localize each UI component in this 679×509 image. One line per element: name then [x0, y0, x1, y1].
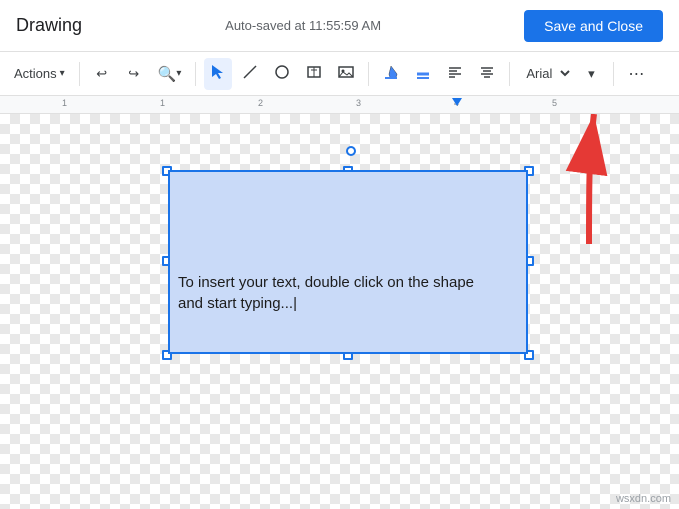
- header-left: Drawing: [16, 15, 82, 36]
- select-icon: [210, 64, 226, 83]
- rotation-handle[interactable]: [346, 146, 356, 156]
- ruler-label-2: 1: [160, 98, 165, 108]
- toolbar-divider-4: [509, 62, 510, 86]
- image-icon: [338, 64, 354, 83]
- drawing-toolbar: Actions ▾ ↩ ↪ 🔍 ▾: [0, 52, 679, 96]
- app-header: Drawing Auto-saved at 11:55:59 AM Save a…: [0, 0, 679, 52]
- fill-icon: [383, 64, 399, 83]
- shape-container[interactable]: To insert your text, double click on the…: [168, 154, 528, 354]
- select-tool-button[interactable]: [204, 58, 232, 90]
- align-left-button[interactable]: [441, 58, 469, 90]
- redo-button[interactable]: ↪: [120, 58, 148, 90]
- font-size-dropdown-arrow: ▾: [588, 66, 595, 82]
- ruler-label-3: 2: [258, 98, 263, 108]
- shape-icon: [274, 64, 290, 83]
- drawing-canvas[interactable]: To insert your text, double click on the…: [0, 114, 679, 509]
- app-title: Drawing: [16, 15, 82, 36]
- ruler-label-6: 5: [552, 98, 557, 108]
- more-options-icon: ⋯: [628, 64, 645, 84]
- ruler: 1 1 2 3 4 5: [0, 96, 679, 114]
- border-color-button[interactable]: [409, 58, 437, 90]
- fill-color-button[interactable]: [377, 58, 405, 90]
- more-options-button[interactable]: ⋯: [622, 58, 651, 90]
- toolbar-divider-3: [368, 62, 369, 86]
- zoom-dropdown-arrow: ▾: [176, 68, 181, 79]
- shape-text-line2: and start typing...|: [178, 295, 297, 312]
- border-icon: [415, 64, 431, 83]
- autosave-status: Auto-saved at 11:55:59 AM: [225, 18, 381, 33]
- line-tool-button[interactable]: [236, 58, 264, 90]
- ruler-label-4: 3: [356, 98, 361, 108]
- actions-label: Actions: [14, 66, 57, 81]
- watermark: wsxdn.com: [616, 493, 671, 505]
- shape-tool-button[interactable]: [268, 58, 296, 90]
- align-center-button[interactable]: [473, 58, 501, 90]
- textbox-icon: [306, 64, 322, 83]
- ruler-indicator: [452, 98, 462, 106]
- undo-button[interactable]: ↩: [88, 58, 116, 90]
- font-size-button[interactable]: ▾: [577, 58, 605, 90]
- actions-menu-button[interactable]: Actions ▾: [8, 58, 71, 90]
- line-icon: [242, 64, 258, 83]
- align-left-icon: [447, 64, 463, 83]
- toolbar-divider-1: [79, 62, 80, 86]
- zoom-button[interactable]: 🔍 ▾: [152, 58, 188, 90]
- font-family-select[interactable]: Arial: [518, 63, 573, 84]
- drawing-shape[interactable]: To insert your text, double click on the…: [168, 170, 528, 354]
- save-and-close-button[interactable]: Save and Close: [524, 10, 663, 42]
- zoom-icon: 🔍: [158, 65, 177, 83]
- shape-placeholder-text: To insert your text, double click on the…: [178, 272, 518, 314]
- toolbar-divider-2: [195, 62, 196, 86]
- shape-text-line1: To insert your text, double click on the…: [178, 274, 474, 291]
- ruler-marks: 1 1 2 3 4 5: [0, 96, 679, 113]
- textbox-tool-button[interactable]: [300, 58, 328, 90]
- align-center-icon: [479, 64, 495, 83]
- redo-icon: ↪: [128, 66, 139, 82]
- ruler-label-1: 1: [62, 98, 67, 108]
- toolbar-divider-5: [613, 62, 614, 86]
- image-tool-button[interactable]: [332, 58, 360, 90]
- undo-icon: ↩: [96, 66, 107, 82]
- actions-dropdown-arrow: ▾: [60, 68, 65, 79]
